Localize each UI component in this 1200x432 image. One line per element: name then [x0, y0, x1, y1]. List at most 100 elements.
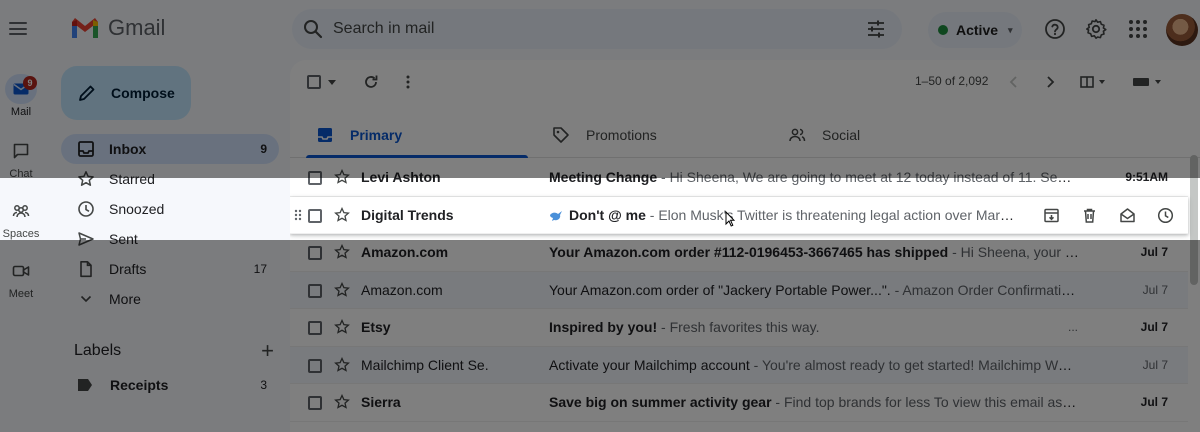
row-checkbox[interactable]	[308, 321, 322, 335]
inbox-icon	[78, 141, 94, 157]
tag-icon	[553, 127, 569, 143]
spaces-icon	[5, 196, 37, 226]
status-label: Active	[956, 22, 999, 38]
email-content: Your Amazon.com order #112-0196453-36674…	[549, 244, 1079, 260]
email-sender: Amazon.com	[361, 244, 449, 261]
row-hover-actions	[1043, 207, 1174, 224]
email-row[interactable]: Digital Trends Don't @ me - Elon Musk's …	[290, 196, 1188, 234]
refresh-icon[interactable]	[363, 74, 379, 90]
email-content: Don't @ me - Elon Musk's Twitter is thre…	[549, 207, 1019, 223]
scrollbar-thumb[interactable]	[1190, 155, 1198, 285]
chevron-down-icon	[80, 295, 92, 303]
rail-spaces[interactable]: Spaces	[0, 196, 42, 240]
chat-icon	[5, 136, 37, 166]
more-vert-icon[interactable]	[400, 74, 416, 90]
select-all-checkbox[interactable]	[307, 75, 321, 89]
search-options-icon[interactable]	[866, 19, 886, 39]
add-label-icon[interactable]: +	[261, 338, 274, 364]
email-subject: Save big on summer activity gear	[549, 394, 772, 411]
nav-item-sent[interactable]: Sent	[61, 224, 279, 254]
star-icon[interactable]	[334, 281, 350, 298]
rail-label: Spaces	[2, 228, 40, 240]
select-dropdown-icon[interactable]	[328, 78, 336, 86]
star-icon[interactable]	[334, 356, 350, 373]
nav-item-drafts[interactable]: Drafts 17	[61, 254, 279, 284]
ellipsis-text: ...	[1068, 320, 1079, 335]
inbox-icon	[318, 128, 332, 142]
bird-emoji-icon	[550, 210, 562, 221]
row-checkbox[interactable]	[308, 208, 322, 223]
label-item-receipts[interactable]: Receipts 3	[77, 374, 271, 396]
gmail-logo[interactable]: Gmail	[70, 15, 165, 41]
star-icon[interactable]	[334, 319, 350, 335]
mark-unread-icon[interactable]	[1119, 207, 1136, 224]
email-row[interactable]: Etsy Inspired by you! - Fresh favorites …	[290, 309, 1188, 347]
email-row[interactable]: Levi Ashton Meeting Change - Hi Sheena, …	[290, 159, 1188, 197]
star-icon[interactable]	[334, 206, 350, 223]
main-menu-icon[interactable]	[9, 22, 27, 35]
archive-icon[interactable]	[1043, 207, 1060, 224]
split-pane-toggle-icon[interactable]	[1080, 74, 1108, 90]
rail-mail[interactable]: 9 Mail	[0, 74, 42, 118]
row-checkbox[interactable]	[308, 283, 322, 298]
tab-promotions[interactable]: Promotions	[536, 112, 764, 158]
status-selector[interactable]: Active ▾	[928, 12, 1022, 48]
nav-item-starred[interactable]: Starred	[61, 164, 279, 194]
account-avatar[interactable]	[1166, 14, 1198, 46]
email-row[interactable]: Sierra Save big on summer activity gear …	[290, 384, 1188, 422]
pagination-label[interactable]: 1–50 of 2,092	[915, 74, 988, 88]
tab-social[interactable]: Social	[772, 112, 1000, 158]
star-icon[interactable]	[334, 169, 350, 185]
nav-item-snoozed[interactable]: Snoozed	[61, 194, 279, 224]
nav-label: Drafts	[109, 261, 147, 277]
nav-label: Inbox	[109, 141, 147, 157]
compose-button[interactable]: Compose	[61, 66, 191, 120]
snooze-clock-icon[interactable]	[1157, 207, 1174, 224]
nav-item-more[interactable]: More	[61, 284, 279, 314]
search-input[interactable]	[333, 20, 833, 38]
nav-label: Sent	[109, 231, 138, 247]
nav-label: Starred	[109, 171, 155, 187]
email-sender: Levi Ashton	[361, 169, 441, 186]
row-checkbox[interactable]	[308, 246, 322, 260]
rail-label: Mail	[10, 106, 32, 118]
email-subject: Your Amazon.com order of "Jackery Portab…	[549, 281, 891, 298]
tab-primary[interactable]: Primary	[300, 112, 528, 158]
mouse-cursor-icon	[725, 211, 735, 227]
rail-meet[interactable]: Meet	[0, 256, 42, 300]
nav-label: More	[109, 291, 141, 307]
email-row[interactable]: Amazon.com Your Amazon.com order #112-01…	[290, 234, 1188, 272]
search-bar[interactable]	[292, 9, 902, 49]
star-icon[interactable]	[334, 244, 350, 260]
prev-page-icon[interactable]	[1006, 74, 1022, 90]
help-icon[interactable]	[1044, 18, 1066, 40]
email-snippet: - Hi Sheena, We are going to meet at 12 …	[657, 169, 1079, 186]
row-checkbox[interactable]	[308, 171, 322, 185]
nav-item-inbox[interactable]: Inbox 9	[61, 134, 279, 164]
email-snippet: - Fresh favorites this way.	[657, 319, 820, 336]
row-checkbox[interactable]	[308, 358, 322, 373]
email-date: Jul 7	[1140, 395, 1168, 410]
email-sender: Digital Trends	[361, 206, 454, 223]
rail-chat[interactable]: Chat	[0, 136, 42, 180]
labels-header: Labels +	[74, 338, 274, 364]
star-icon[interactable]	[334, 394, 350, 410]
mail-unread-badge: 9	[23, 76, 37, 90]
email-row[interactable]: Mailchimp Client Se. Activate your Mailc…	[290, 346, 1188, 384]
email-content: Meeting Change - Hi Sheena, We are going…	[549, 169, 1079, 185]
next-page-icon[interactable]	[1042, 74, 1058, 90]
mail-icon: 9	[5, 74, 37, 104]
apps-grid-icon[interactable]	[1127, 18, 1149, 40]
search-icon[interactable]	[303, 19, 323, 39]
email-sender: Sierra	[361, 394, 401, 411]
email-row[interactable]: Amazon.com Your Amazon.com order of "Jac…	[290, 271, 1188, 309]
drag-handle-icon[interactable]	[294, 209, 302, 221]
input-tools-icon[interactable]	[1132, 74, 1164, 90]
status-dot	[938, 25, 948, 35]
row-checkbox[interactable]	[308, 396, 322, 410]
star-icon	[78, 171, 94, 186]
trash-icon[interactable]	[1081, 207, 1098, 224]
settings-gear-icon[interactable]	[1085, 18, 1107, 40]
clock-icon	[78, 201, 94, 217]
tab-label: Social	[822, 127, 861, 143]
